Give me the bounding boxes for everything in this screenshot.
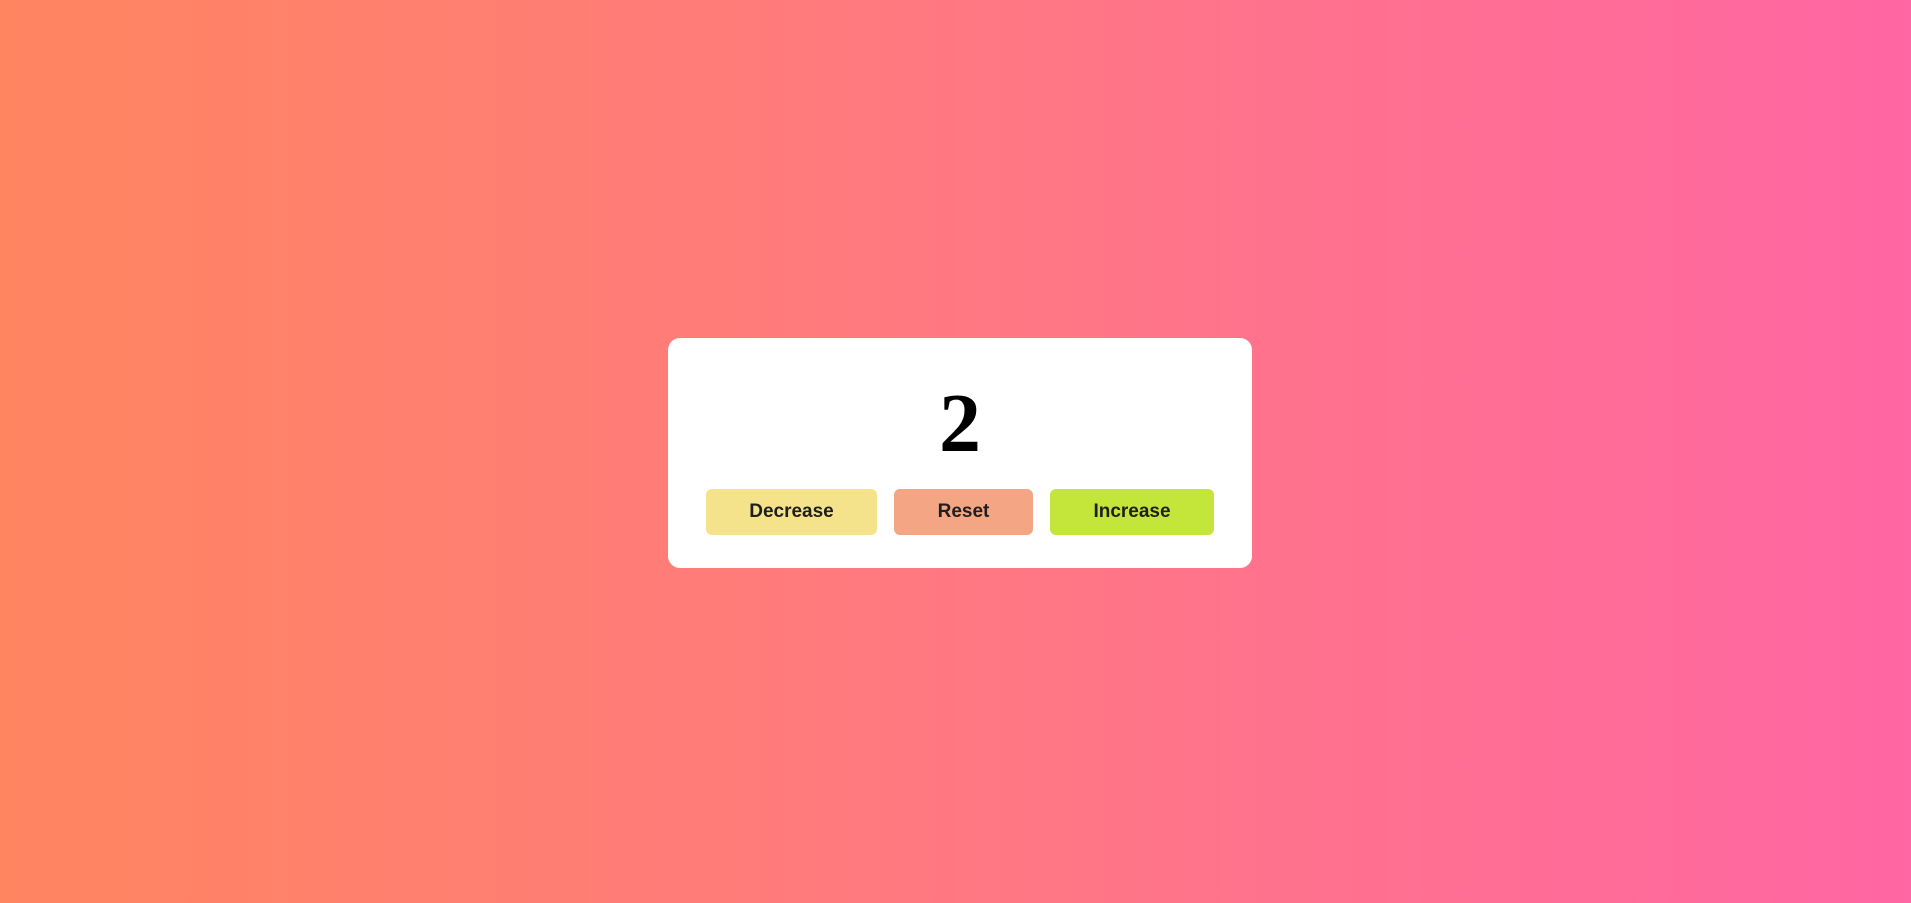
decrease-button[interactable]: Decrease	[706, 489, 877, 535]
increase-button[interactable]: Increase	[1050, 489, 1214, 535]
counter-card: 2 Decrease Reset Increase	[668, 338, 1252, 568]
counter-value: 2	[939, 377, 981, 470]
reset-button[interactable]: Reset	[894, 489, 1033, 535]
